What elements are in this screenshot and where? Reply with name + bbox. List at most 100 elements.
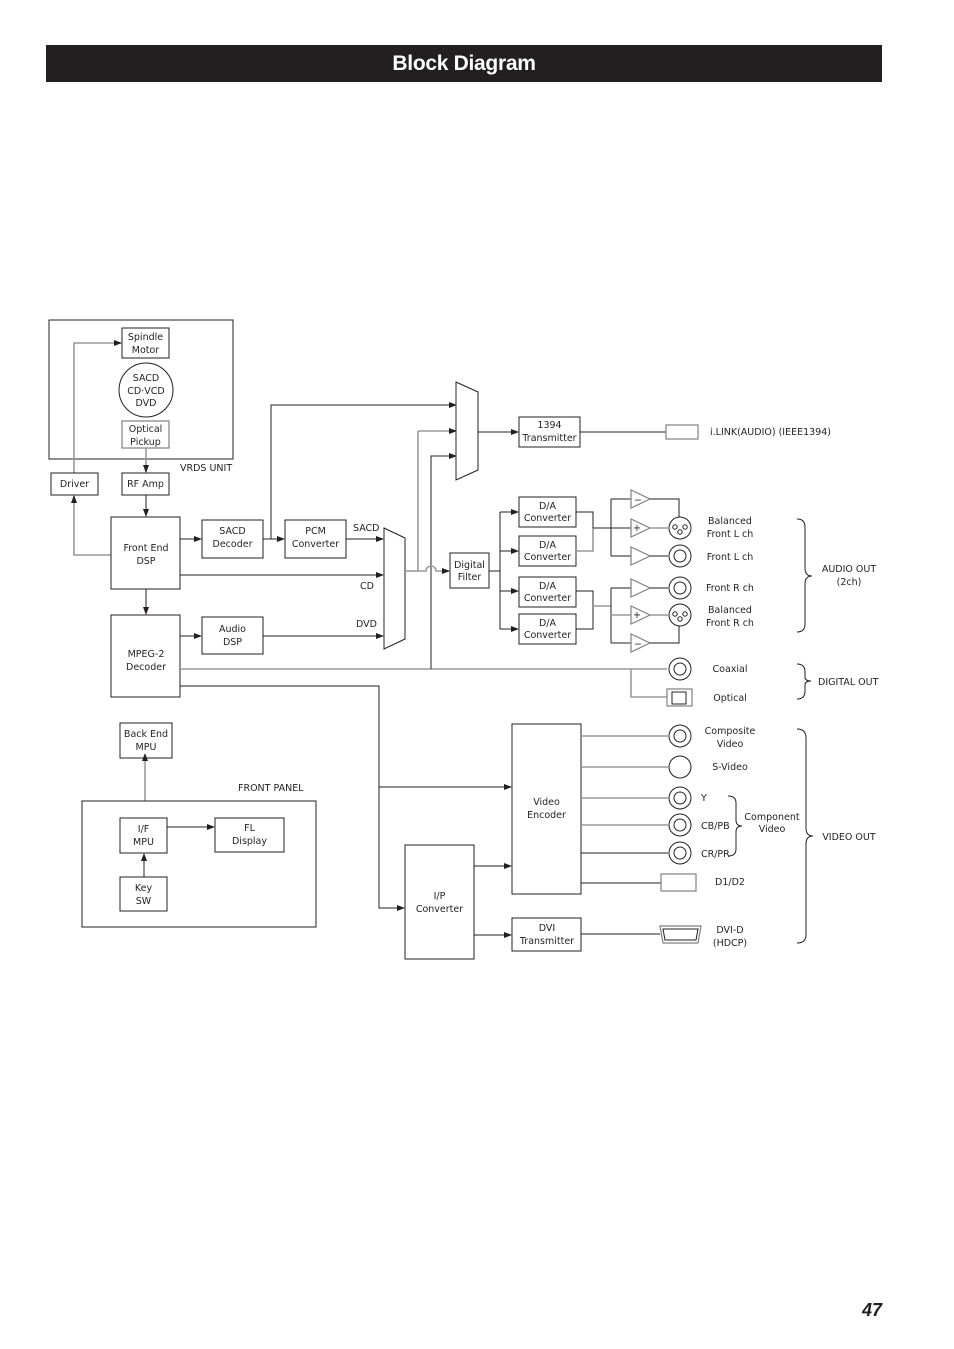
svg-text:Front End: Front End (123, 543, 168, 554)
digital-output-coaxial: Coaxial (713, 664, 748, 675)
dvi-connector-icon (659, 925, 702, 944)
coaxial-connector-icon (668, 657, 692, 681)
svg-text:I/F: I/F (138, 824, 149, 835)
video-output-dvi-2: (HDCP) (713, 938, 747, 949)
video-output-d1d2: D1/D2 (715, 877, 745, 888)
svg-text:+: + (633, 610, 641, 621)
cb-connector-icon (668, 813, 692, 837)
audio-output-front-left: Front L ch (707, 552, 754, 563)
front-end-dsp-block: Front End DSP (110, 516, 181, 590)
sacd-decoder-block: SACD Decoder (201, 519, 264, 559)
svg-text:D/A: D/A (539, 581, 557, 592)
fl-display-block: FL Display (214, 817, 285, 853)
rf-amp-block: RF Amp (121, 472, 170, 496)
vrds-unit-label: VRDS UNIT (180, 463, 232, 474)
svg-text:SW: SW (136, 896, 152, 907)
svideo-connector-icon (668, 755, 692, 779)
front-panel-label: FRONT PANEL (238, 783, 304, 794)
amp-left-minus-out (650, 498, 680, 517)
svg-text:Video: Video (533, 797, 560, 808)
da-converter-1: D/A Converter (518, 496, 577, 528)
da-converter-2: D/A Converter (518, 535, 577, 567)
ip-converter-block: I/P Converter (404, 844, 475, 960)
da-converter-3: D/A Converter (518, 576, 577, 608)
da-converter-4: D/A Converter (518, 613, 577, 645)
amp-right-plus-icon: + (630, 605, 652, 625)
amp-left-minus-icon: − (630, 489, 652, 509)
pcm-converter-block: PCM Converter (284, 519, 347, 559)
audio-mux (383, 527, 406, 650)
svg-text:Encoder: Encoder (527, 810, 566, 821)
back-end-mpu-block: Back End MPU (119, 722, 173, 759)
video-output-composite-2: Video (717, 739, 744, 750)
svg-text:CD·VCD: CD·VCD (127, 386, 164, 397)
mux-input-sacd-label: SACD (353, 523, 380, 534)
svg-text:DVD: DVD (136, 398, 157, 409)
svg-text:SACD: SACD (219, 526, 246, 537)
svg-text:Transmitter: Transmitter (521, 433, 576, 444)
spindle-motor-block: Spindle Motor (121, 327, 170, 359)
svg-text:PCM: PCM (305, 526, 326, 537)
y-connector-icon (668, 786, 692, 810)
svg-text:Spindle: Spindle (128, 332, 163, 343)
amp-right-minus-out (650, 626, 680, 644)
svg-text:DVI: DVI (539, 923, 555, 934)
key-sw-block: Key SW (119, 876, 168, 912)
component-group-label-2: Video (759, 824, 786, 835)
video-output-composite-1: Composite (705, 726, 756, 737)
d1d2-connector-icon (660, 873, 697, 892)
audio-dsp-block: Audio DSP (201, 616, 264, 655)
audio-output-balanced-right-2: Front R ch (706, 618, 754, 629)
ilink-connector-icon (665, 424, 699, 440)
audio-output-front-right: Front R ch (706, 583, 754, 594)
svg-text:−: − (634, 495, 642, 506)
svg-text:1394: 1394 (537, 420, 561, 431)
svg-text:Decoder: Decoder (213, 539, 253, 550)
audio-output-balanced-left-1: Balanced (708, 516, 752, 527)
svg-text:Decoder: Decoder (126, 662, 166, 673)
svg-text:FL: FL (244, 823, 255, 834)
video-output-cr: CR/PR (701, 849, 730, 860)
transmitter-1394-block: 1394 Transmitter (518, 416, 581, 448)
video-output-y: Y (700, 793, 707, 804)
svg-text:D/A: D/A (539, 540, 557, 551)
rca-front-left-connector-icon (668, 544, 692, 568)
svg-text:Optical: Optical (129, 424, 163, 435)
da2-out-line (576, 528, 594, 552)
audio-output-balanced-right-1: Balanced (708, 605, 752, 616)
amp-right-minus-icon: − (630, 633, 652, 653)
svg-text:Converter: Converter (292, 539, 339, 550)
digital-out-brace (796, 663, 812, 700)
svg-text:MPEG-2: MPEG-2 (128, 649, 165, 660)
fedsp-to-driver-line (71, 495, 111, 556)
mux-input-dvd-label: DVD (356, 619, 377, 630)
da4-out-line (576, 606, 594, 630)
amp-left-icon (630, 546, 652, 566)
digital-out-group-label: DIGITAL OUT (818, 677, 879, 688)
audio-out-brace (796, 518, 813, 633)
composite-connector-icon (668, 724, 692, 748)
video-out-group-label: VIDEO OUT (822, 832, 876, 843)
video-output-cb: CB/PB (701, 821, 730, 832)
da3-out-line (576, 590, 594, 606)
svg-text:Pickup: Pickup (130, 437, 161, 448)
audio-output-balanced-left-2: Front L ch (707, 529, 754, 540)
svg-text:D/A: D/A (539, 618, 557, 629)
svg-text:+: + (633, 523, 641, 534)
svg-text:Transmitter: Transmitter (519, 936, 574, 947)
dvi-transmitter-block: DVI Transmitter (511, 917, 582, 952)
da1-out-line (576, 511, 594, 528)
cr-connector-icon (668, 841, 692, 865)
svg-text:I/P: I/P (434, 891, 446, 902)
amp-right-icon (630, 578, 652, 598)
page-number: 47 (861, 1300, 882, 1320)
svg-text:MPU: MPU (136, 742, 157, 753)
mpeg2-decoder-block: MPEG-2 Decoder (110, 614, 181, 698)
amp-left-plus-icon: + (630, 518, 652, 538)
optical-connector-icon (666, 688, 693, 707)
svg-text:RF Amp: RF Amp (127, 479, 164, 490)
digital-out-mux (455, 381, 479, 481)
svg-text:D/A: D/A (539, 501, 557, 512)
svg-text:Digital: Digital (454, 560, 485, 571)
mux-input-cd-label: CD (360, 581, 374, 592)
